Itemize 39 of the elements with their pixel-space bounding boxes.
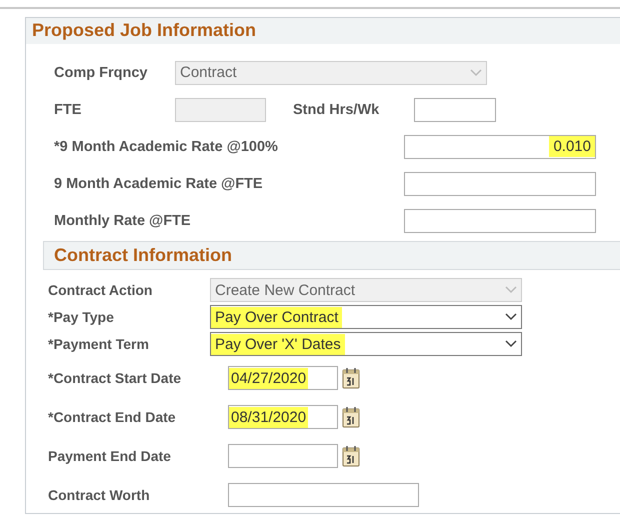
field-label: Payment End Date: [48, 448, 172, 464]
field-value: 08/31/2020: [229, 406, 308, 428]
field-label: *Pay Type: [48, 309, 115, 325]
field-label: Contract Action: [48, 282, 154, 298]
field-value: Create New Contract: [215, 282, 356, 298]
field-value: Pay Over Contract: [211, 306, 342, 328]
field-value: 04/27/2020: [229, 368, 308, 388]
input-field[interactable]: [228, 483, 419, 507]
section-header: Contract Information: [43, 241, 620, 270]
field-value: Contract: [180, 64, 237, 81]
field-label: Comp Frqncy: [54, 64, 148, 80]
field-label: *Payment Term: [48, 336, 150, 352]
caret-icon: [505, 286, 517, 294]
dropdown[interactable]: Pay Over Contract: [210, 305, 522, 329]
input-field[interactable]: [414, 98, 496, 122]
section-header: Proposed Job Information: [26, 18, 620, 44]
date-field[interactable]: [228, 444, 338, 468]
field-value: Pay Over 'X' Dates: [211, 334, 345, 354]
calendar-icon[interactable]: [342, 406, 360, 428]
date-field[interactable]: 08/31/2020: [228, 405, 338, 429]
input-field[interactable]: [404, 208, 596, 232]
dropdown[interactable]: Pay Over 'X' Dates: [210, 332, 522, 356]
field-label: 9 Month Academic Rate @FTE: [54, 176, 264, 192]
field-value: 0.010: [549, 136, 595, 157]
calendar-icon[interactable]: [342, 367, 360, 389]
field-label: Contract Worth: [48, 487, 151, 503]
field-label: FTE: [54, 102, 82, 118]
caret-icon: [470, 68, 482, 76]
field-label: *Contract End Date: [48, 409, 177, 425]
field-label: Monthly Rate @FTE: [54, 212, 192, 228]
date-field[interactable]: 04/27/2020: [228, 366, 338, 390]
input-field[interactable]: 0.010: [404, 134, 596, 158]
field-label: *9 Month Academic Rate @100%: [54, 138, 279, 154]
caret-icon: [505, 313, 517, 321]
caret-icon: [505, 340, 517, 348]
field-label: *Contract Start Date: [48, 370, 182, 386]
calendar-icon[interactable]: [342, 445, 360, 467]
field-label: Stnd Hrs/Wk: [293, 102, 380, 118]
input-field[interactable]: [404, 172, 596, 196]
